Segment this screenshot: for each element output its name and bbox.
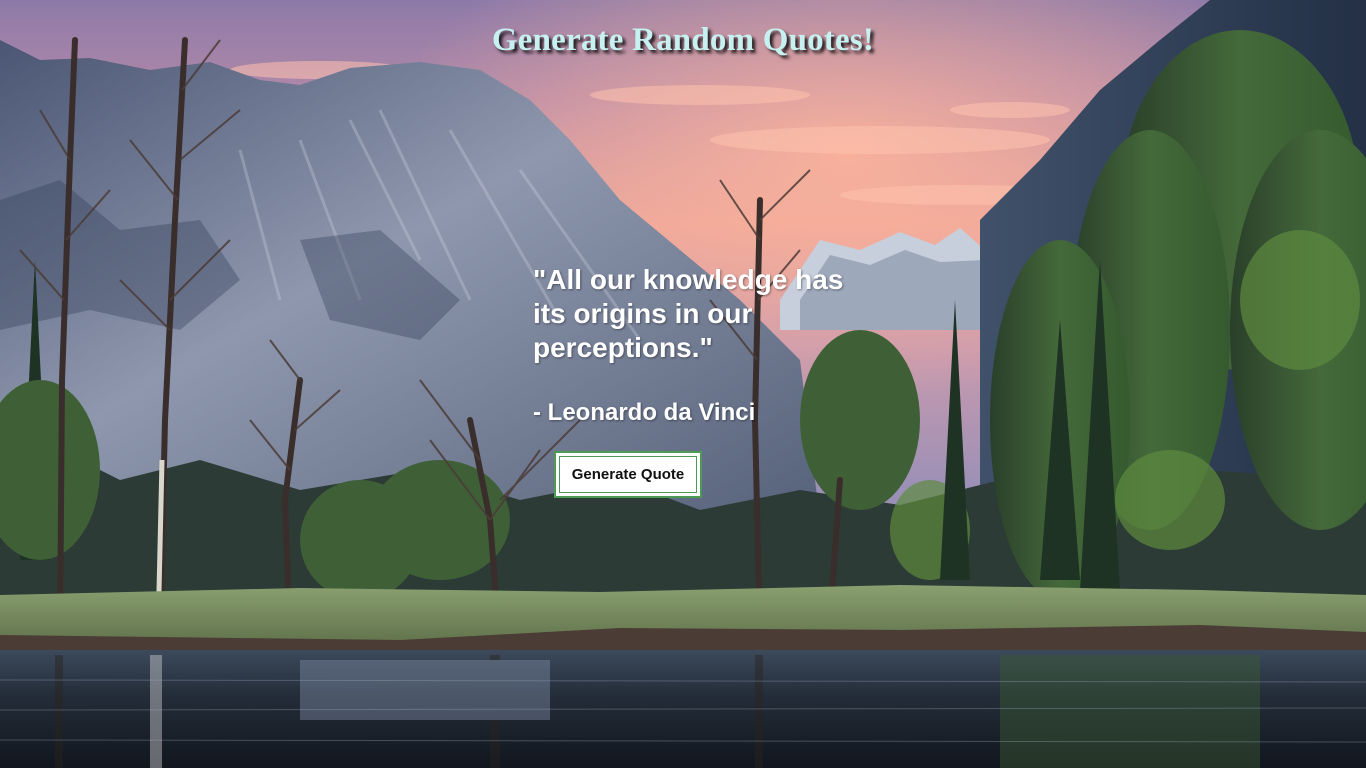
generate-quote-button[interactable]: Generate Quote bbox=[554, 451, 702, 498]
quote-text: "All our knowledge has its origins in ou… bbox=[533, 264, 844, 363]
quote-container: "All our knowledge has its origins in ou… bbox=[533, 263, 853, 428]
page-title: Generate Random Quotes! bbox=[491, 22, 875, 58]
quote-author: - Leonardo da Vinci bbox=[533, 399, 756, 426]
